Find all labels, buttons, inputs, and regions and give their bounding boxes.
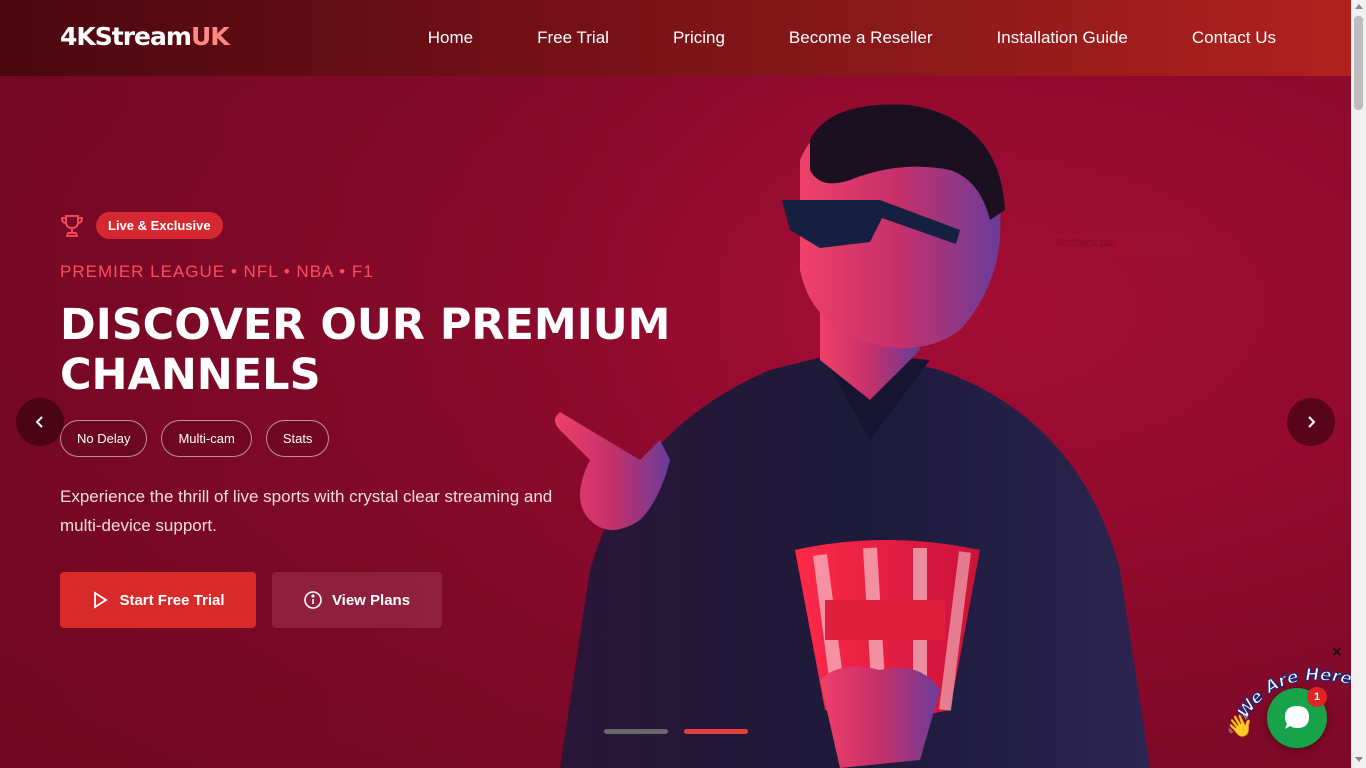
scroll-thumb[interactable] <box>1354 16 1363 110</box>
chevron-left-icon <box>35 416 43 428</box>
hero-actions: Start Free Trial View Plans <box>60 572 442 628</box>
view-plans-label: View Plans <box>331 591 411 609</box>
chip-multi-cam: Multi-cam <box>161 420 252 457</box>
feature-chips: No Delay Multi-cam Stats <box>60 420 330 457</box>
slide-indicator-2[interactable] <box>684 729 748 734</box>
nav-links: Home Free Trial Pricing Become a Reselle… <box>364 0 1276 76</box>
hero-leagues: PREMIER LEAGUE • NFL • NBA • F1 <box>60 262 374 281</box>
ghost-text: Fallback bar <box>1026 234 1198 254</box>
nav-link-installation-guide[interactable]: Installation Guide <box>997 28 1128 48</box>
live-exclusive-badge: Live & Exclusive <box>96 212 223 239</box>
hero-person-image <box>555 104 1150 768</box>
hero-badge-row: Live & Exclusive <box>60 212 223 239</box>
hero-headline: DISCOVER OUR PREMIUM CHANNELS <box>60 300 671 400</box>
scroll-up-arrow[interactable] <box>1355 4 1363 9</box>
nav-link-free-trial[interactable]: Free Trial <box>537 28 609 48</box>
view-plans-button[interactable]: View Plans <box>272 572 442 628</box>
nav-link-pricing[interactable]: Pricing <box>673 28 725 48</box>
start-free-trial-button[interactable]: Start Free Trial <box>60 572 256 628</box>
slide-indicators <box>604 729 748 734</box>
slide-indicator-1[interactable] <box>604 729 668 734</box>
chip-no-delay: No Delay <box>60 420 148 457</box>
info-icon <box>304 591 322 609</box>
chat-bubble-icon <box>1285 706 1309 729</box>
chat-unread-badge: 1 <box>1307 687 1327 707</box>
start-free-trial-label: Start Free Trial <box>119 591 225 609</box>
chip-stats: Stats <box>265 420 330 457</box>
chevron-right-icon <box>1308 416 1316 428</box>
wave-hand-icon: 👋 <box>1226 714 1254 739</box>
nav-link-home[interactable]: Home <box>428 28 473 48</box>
scroll-down-arrow[interactable] <box>1355 757 1363 762</box>
nav-link-become-a-reseller[interactable]: Become a Reseller <box>789 28 933 48</box>
slider-next-button[interactable] <box>1287 398 1335 446</box>
trophy-icon <box>61 214 83 237</box>
nav-link-contact-us[interactable]: Contact Us <box>1192 28 1276 48</box>
chat-close-button[interactable]: × <box>1331 644 1343 660</box>
page-scrollbar[interactable] <box>1351 0 1366 768</box>
play-icon <box>94 591 109 609</box>
navbar: 4KStreamUK Home Free Trial Pricing Becom… <box>0 0 1351 76</box>
hero-description: Experience the thrill of live sports wit… <box>60 487 553 535</box>
slider-prev-button[interactable] <box>16 398 64 446</box>
brand-logo[interactable]: 4KStreamUK <box>60 22 230 51</box>
